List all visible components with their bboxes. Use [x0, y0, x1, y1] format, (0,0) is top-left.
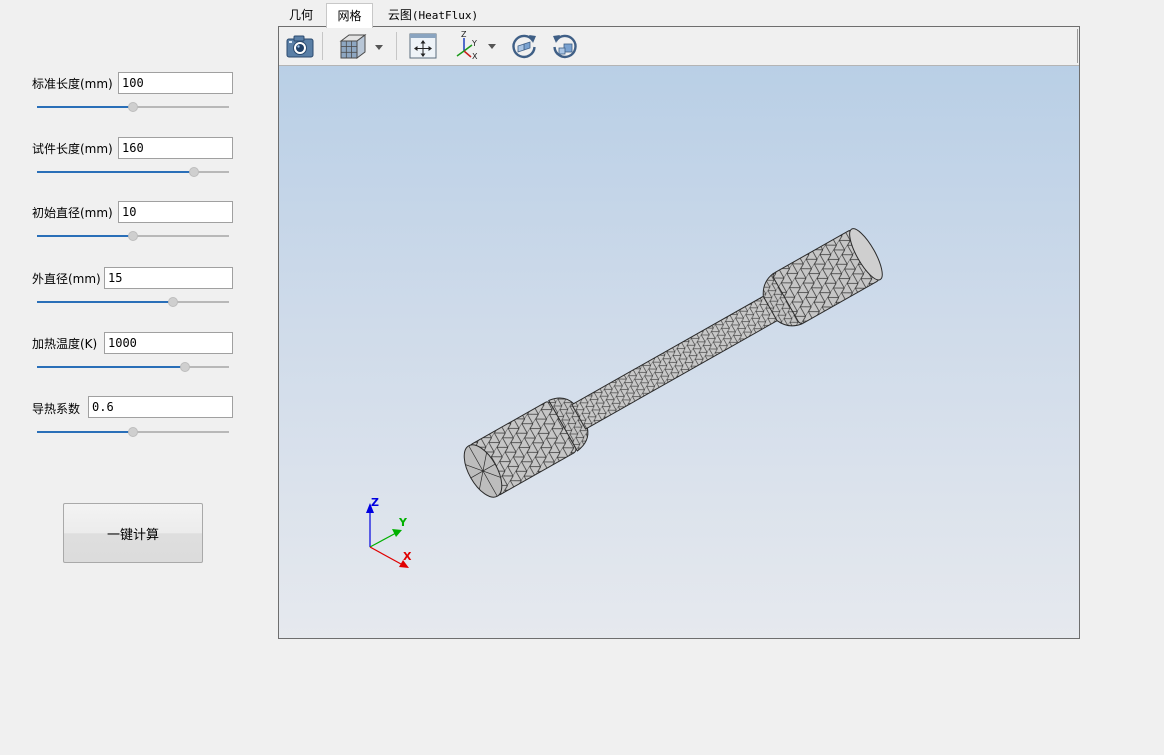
param-label-heating-temperature: 加热温度(K) [32, 337, 98, 351]
triad-z-label: Z [371, 496, 379, 509]
axes-button[interactable]: Z Y X [451, 31, 501, 61]
tab-geometry[interactable]: 几何 [278, 3, 324, 27]
mesh-viewer: Z Y X Z Y X [278, 26, 1080, 639]
param-label-gauge-length: 标准长度(mm) [32, 77, 113, 91]
param-label-thermal-conductivity: 导热系数 [32, 402, 81, 416]
chevron-down-icon [375, 45, 383, 50]
initial-diameter-slider[interactable] [37, 231, 229, 241]
mesh-render: Z Y X [366, 228, 883, 568]
gauge-length-input[interactable] [118, 72, 233, 94]
rotate-cw-icon [512, 34, 536, 59]
thermal-conductivity-slider[interactable] [37, 427, 229, 437]
param-label-specimen-length: 试件长度(mm) [32, 142, 113, 156]
specimen-mesh [463, 228, 883, 498]
chevron-down-icon [488, 44, 496, 49]
fit-all-icon [409, 33, 437, 59]
rotate-clockwise-button[interactable] [508, 31, 540, 61]
rotate-ccw-icon [553, 34, 577, 59]
svg-text:X: X [472, 52, 478, 61]
heating-temperature-slider[interactable] [37, 362, 229, 372]
3d-viewport[interactable]: Z Y X [279, 66, 1079, 638]
slider-handle[interactable] [168, 297, 179, 307]
param-label-outer-diameter: 外直径(mm) [32, 272, 101, 286]
initial-diameter-input[interactable] [118, 201, 233, 223]
triad-x-label: X [403, 550, 412, 563]
slider-handle[interactable] [128, 231, 138, 241]
heating-temperature-input[interactable] [104, 332, 233, 354]
svg-text:Z: Z [461, 31, 467, 39]
toolbar-separator [322, 32, 323, 60]
orientation-triad: Z Y X [366, 496, 412, 568]
tab-mesh[interactable]: 网格 [326, 3, 373, 28]
fit-all-button[interactable] [407, 31, 439, 61]
gauge-length-slider[interactable] [37, 102, 229, 112]
view-cube-icon [339, 34, 383, 59]
slider-handle[interactable] [179, 362, 190, 372]
outer-diameter-slider[interactable] [37, 297, 229, 307]
outer-diameter-input[interactable] [104, 267, 233, 289]
axes-icon: Z Y X [456, 31, 496, 61]
viewer-toolbar: Z Y X [279, 27, 1079, 66]
triad-y-label: Y [398, 516, 408, 529]
param-label-initial-diameter: 初始直径(mm) [32, 206, 113, 220]
view-orientation-button[interactable] [334, 31, 386, 61]
slider-handle[interactable] [189, 167, 200, 177]
specimen-length-slider[interactable] [37, 167, 229, 177]
camera-icon [286, 35, 314, 58]
slider-handle[interactable] [128, 427, 138, 437]
specimen-length-input[interactable] [118, 137, 233, 159]
svg-text:Y: Y [471, 39, 477, 48]
rotate-counterclockwise-button[interactable] [549, 31, 581, 61]
one-click-calculate-button[interactable]: 一键计算 [63, 503, 203, 563]
slider-handle[interactable] [128, 102, 138, 112]
screenshot-button[interactable] [284, 31, 316, 61]
tab-contour[interactable]: 云图(HeatFlux) [378, 3, 488, 27]
app-window: 标准长度(mm) 试件长度(mm) 初始直径(mm) 外直径(mm) 加 [0, 0, 1164, 755]
toolbar-separator [396, 32, 397, 60]
thermal-conductivity-input[interactable] [88, 396, 233, 418]
